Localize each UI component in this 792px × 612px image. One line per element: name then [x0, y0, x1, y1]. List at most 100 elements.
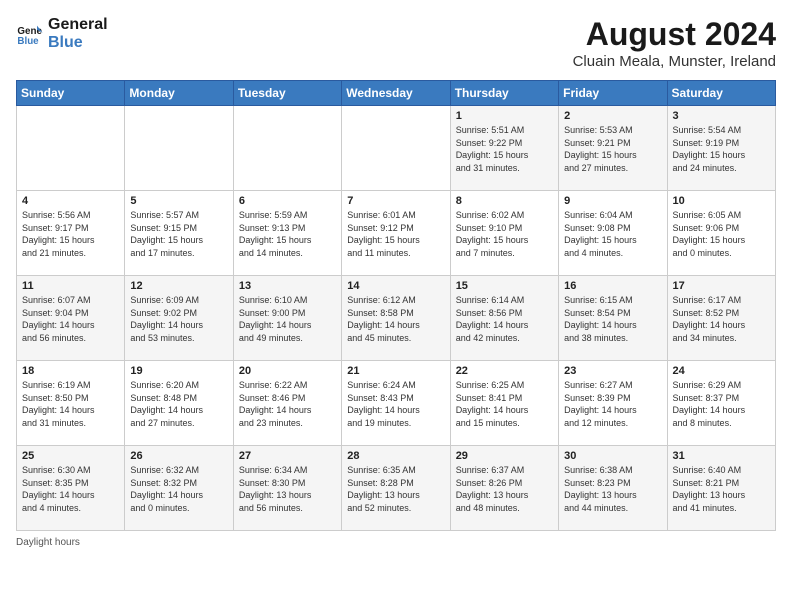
day-info: Sunrise: 6:07 AM Sunset: 9:04 PM Dayligh…: [22, 294, 119, 344]
day-number: 26: [130, 450, 227, 462]
day-number: 18: [22, 365, 119, 377]
header-day-thursday: Thursday: [450, 81, 558, 106]
day-info: Sunrise: 6:29 AM Sunset: 8:37 PM Dayligh…: [673, 379, 770, 429]
day-info: Sunrise: 6:01 AM Sunset: 9:12 PM Dayligh…: [347, 209, 444, 259]
day-number: 5: [130, 195, 227, 207]
calendar-week-5: 25Sunrise: 6:30 AM Sunset: 8:35 PM Dayli…: [17, 446, 776, 531]
day-cell-20: 20 Sunrise: 6:22 AM Sunset: 8:46 PM Dayli…: [233, 361, 341, 446]
day-number: 22: [456, 365, 553, 377]
day-cell-5: 5Sunrise: 5:57 AM Sunset: 9:15 PM Daylig…: [125, 191, 233, 276]
day-info: Sunrise: 6:30 AM Sunset: 8:35 PM Dayligh…: [22, 464, 119, 514]
day-info: Sunrise: 6:32 AM Sunset: 8:32 PM Dayligh…: [130, 464, 227, 514]
logo-line1: General: [48, 16, 108, 34]
day-info: Sunrise: 6:27 AM Sunset: 8:39 PM Dayligh…: [564, 379, 661, 429]
day-number: 10: [673, 195, 770, 207]
day-info: Sunrise: 5:53 AM Sunset: 9:21 PM Dayligh…: [564, 124, 661, 174]
day-cell-1: 1 Sunrise: 5:51 AM Sunset: 9:22 PM Daylig…: [450, 106, 558, 191]
day-number: 27: [239, 450, 336, 462]
header-day-wednesday: Wednesday: [342, 81, 450, 106]
day-cell-16: 16Sunrise: 6:15 AM Sunset: 8:54 PM Dayli…: [559, 276, 667, 361]
day-cell-26: 26 Sunrise: 6:32 AM Sunset: 8:32 PM Dayli…: [125, 446, 233, 531]
header-day-tuesday: Tuesday: [233, 81, 341, 106]
day-number: 12: [130, 280, 227, 292]
calendar-week-3: 11Sunrise: 6:07 AM Sunset: 9:04 PM Dayli…: [17, 276, 776, 361]
day-info: Sunrise: 6:24 AM Sunset: 8:43 PM Dayligh…: [347, 379, 444, 429]
day-number: 9: [564, 195, 661, 207]
day-cell-19: 19 Sunrise: 6:20 AM Sunset: 8:48 PM Dayli…: [125, 361, 233, 446]
day-info: Sunrise: 6:20 AM Sunset: 8:48 PM Dayligh…: [130, 379, 227, 429]
day-cell-14: 14Sunrise: 6:12 AM Sunset: 8:58 PM Dayli…: [342, 276, 450, 361]
day-info: Sunrise: 6:14 AM Sunset: 8:56 PM Dayligh…: [456, 294, 553, 344]
day-cell-7: 7Sunrise: 6:01 AM Sunset: 9:12 PM Daylig…: [342, 191, 450, 276]
day-number: 23: [564, 365, 661, 377]
day-info: Sunrise: 6:19 AM Sunset: 8:50 PM Dayligh…: [22, 379, 119, 429]
day-info: Sunrise: 6:17 AM Sunset: 8:52 PM Dayligh…: [673, 294, 770, 344]
day-cell-27: 27 Sunrise: 6:34 AM Sunset: 8:30 PM Dayli…: [233, 446, 341, 531]
day-cell-10: 10 Sunrise: 6:05 AM Sunset: 9:06 PM Dayli…: [667, 191, 775, 276]
day-cell-21: 21 Sunrise: 6:24 AM Sunset: 8:43 PM Dayli…: [342, 361, 450, 446]
day-number: 21: [347, 365, 444, 377]
day-number: 17: [673, 280, 770, 292]
day-number: 4: [22, 195, 119, 207]
day-info: Sunrise: 6:05 AM Sunset: 9:06 PM Dayligh…: [673, 209, 770, 259]
day-cell-29: 29 Sunrise: 6:37 AM Sunset: 8:26 PM Dayli…: [450, 446, 558, 531]
day-cell-12: 12Sunrise: 6:09 AM Sunset: 9:02 PM Dayli…: [125, 276, 233, 361]
empty-cell: [17, 106, 125, 191]
day-cell-3: 3 Sunrise: 5:54 AM Sunset: 9:19 PM Daylig…: [667, 106, 775, 191]
day-info: Sunrise: 6:04 AM Sunset: 9:08 PM Dayligh…: [564, 209, 661, 259]
day-cell-17: 17 Sunrise: 6:17 AM Sunset: 8:52 PM Dayli…: [667, 276, 775, 361]
logo: Gene Blue General Blue: [16, 16, 108, 51]
day-info: Sunrise: 5:54 AM Sunset: 9:19 PM Dayligh…: [673, 124, 770, 174]
header-day-friday: Friday: [559, 81, 667, 106]
day-cell-25: 25Sunrise: 6:30 AM Sunset: 8:35 PM Dayli…: [17, 446, 125, 531]
day-number: 1: [456, 110, 553, 122]
day-cell-13: 13Sunrise: 6:10 AM Sunset: 9:00 PM Dayli…: [233, 276, 341, 361]
day-number: 16: [564, 280, 661, 292]
empty-cell: [125, 106, 233, 191]
day-info: Sunrise: 6:25 AM Sunset: 8:41 PM Dayligh…: [456, 379, 553, 429]
day-cell-30: 30Sunrise: 6:38 AM Sunset: 8:23 PM Dayli…: [559, 446, 667, 531]
day-cell-23: 23 Sunrise: 6:27 AM Sunset: 8:39 PM Dayli…: [559, 361, 667, 446]
day-info: Sunrise: 6:40 AM Sunset: 8:21 PM Dayligh…: [673, 464, 770, 514]
day-number: 20: [239, 365, 336, 377]
day-cell-6: 6 Sunrise: 5:59 AM Sunset: 9:13 PM Daylig…: [233, 191, 341, 276]
day-number: 31: [673, 450, 770, 462]
day-info: Sunrise: 6:37 AM Sunset: 8:26 PM Dayligh…: [456, 464, 553, 514]
empty-cell: [342, 106, 450, 191]
calendar-week-1: 1 Sunrise: 5:51 AM Sunset: 9:22 PM Daylig…: [17, 106, 776, 191]
day-info: Sunrise: 6:10 AM Sunset: 9:00 PM Dayligh…: [239, 294, 336, 344]
day-info: Sunrise: 6:38 AM Sunset: 8:23 PM Dayligh…: [564, 464, 661, 514]
calendar-week-2: 4 Sunrise: 5:56 AM Sunset: 9:17 PM Daylig…: [17, 191, 776, 276]
day-cell-31: 31 Sunrise: 6:40 AM Sunset: 8:21 PM Dayli…: [667, 446, 775, 531]
header-day-sunday: Sunday: [17, 81, 125, 106]
day-info: Sunrise: 5:59 AM Sunset: 9:13 PM Dayligh…: [239, 209, 336, 259]
day-info: Sunrise: 6:22 AM Sunset: 8:46 PM Dayligh…: [239, 379, 336, 429]
day-info: Sunrise: 6:35 AM Sunset: 8:28 PM Dayligh…: [347, 464, 444, 514]
logo-line2: Blue: [48, 34, 108, 52]
empty-cell: [233, 106, 341, 191]
header-day-monday: Monday: [125, 81, 233, 106]
day-number: 8: [456, 195, 553, 207]
day-number: 3: [673, 110, 770, 122]
logo-icon: Gene Blue: [16, 20, 44, 48]
day-cell-15: 15Sunrise: 6:14 AM Sunset: 8:56 PM Dayli…: [450, 276, 558, 361]
title-block: August 2024 Cluain Meala, Munster, Irela…: [573, 16, 776, 70]
day-number: 24: [673, 365, 770, 377]
day-info: Sunrise: 5:56 AM Sunset: 9:17 PM Dayligh…: [22, 209, 119, 259]
location-subtitle: Cluain Meala, Munster, Ireland: [573, 53, 776, 70]
svg-text:Blue: Blue: [17, 35, 39, 46]
calendar-week-4: 18 Sunrise: 6:19 AM Sunset: 8:50 PM Dayli…: [17, 361, 776, 446]
header-row: SundayMondayTuesdayWednesdayThursdayFrid…: [17, 81, 776, 106]
calendar-header: SundayMondayTuesdayWednesdayThursdayFrid…: [17, 81, 776, 106]
day-number: 28: [347, 450, 444, 462]
day-info: Sunrise: 5:51 AM Sunset: 9:22 PM Dayligh…: [456, 124, 553, 174]
day-cell-9: 9 Sunrise: 6:04 AM Sunset: 9:08 PM Daylig…: [559, 191, 667, 276]
day-number: 19: [130, 365, 227, 377]
day-cell-18: 18 Sunrise: 6:19 AM Sunset: 8:50 PM Dayli…: [17, 361, 125, 446]
day-cell-11: 11Sunrise: 6:07 AM Sunset: 9:04 PM Dayli…: [17, 276, 125, 361]
day-number: 29: [456, 450, 553, 462]
day-number: 6: [239, 195, 336, 207]
day-cell-24: 24 Sunrise: 6:29 AM Sunset: 8:37 PM Dayli…: [667, 361, 775, 446]
day-info: Sunrise: 6:34 AM Sunset: 8:30 PM Dayligh…: [239, 464, 336, 514]
footer-label: Daylight hours: [16, 537, 776, 548]
